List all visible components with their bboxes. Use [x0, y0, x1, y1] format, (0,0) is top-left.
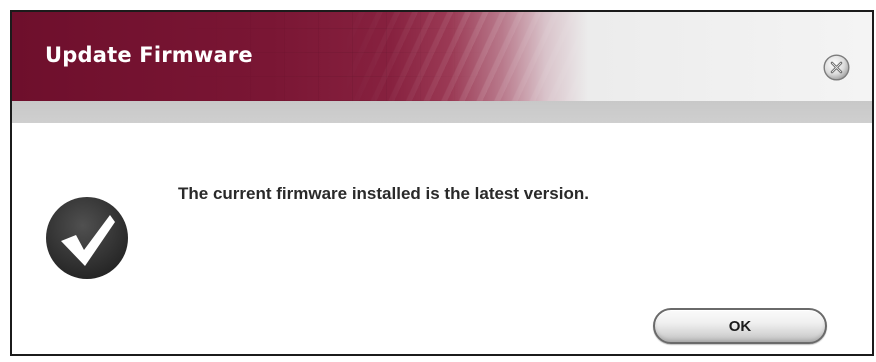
update-firmware-dialog: Update Firmware The current firmware ins… [10, 10, 874, 356]
close-icon [823, 54, 850, 81]
ok-button-label: OK [728, 317, 752, 335]
dialog-subbar [12, 101, 872, 123]
close-button[interactable] [823, 54, 850, 81]
dialog-title: Update Firmware [45, 43, 253, 67]
success-status [44, 195, 130, 281]
ok-button[interactable]: OK [653, 308, 827, 344]
checkmark-icon [46, 197, 128, 279]
status-message: The current firmware installed is the la… [178, 184, 589, 203]
dialog-titlebar: Update Firmware [12, 12, 872, 101]
